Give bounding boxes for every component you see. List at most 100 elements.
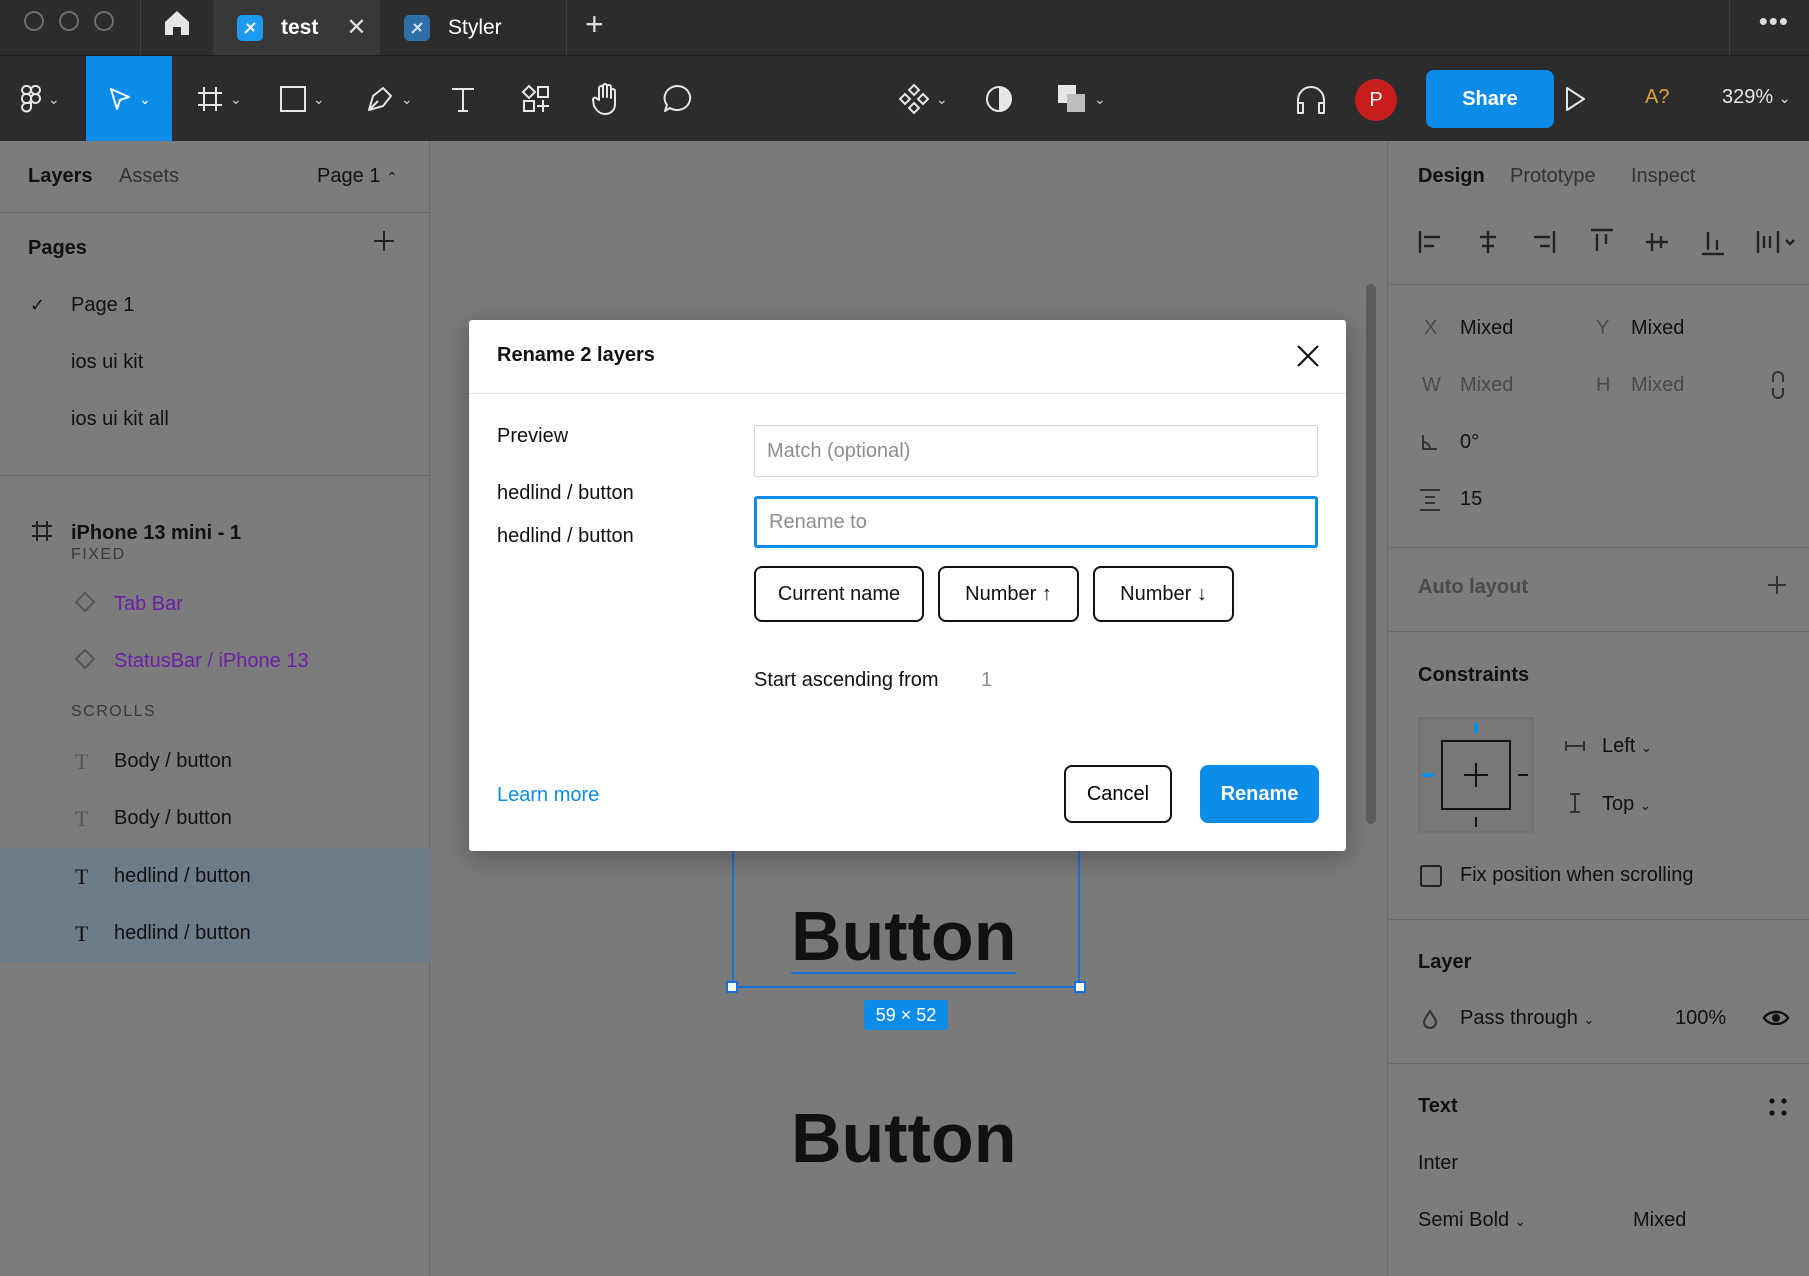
- canvas-scrollbar[interactable]: [1366, 284, 1376, 824]
- comment-icon: [663, 84, 692, 112]
- contrast-icon: [986, 86, 1012, 112]
- match-input[interactable]: [754, 425, 1318, 477]
- component-menu-button[interactable]: ⌄: [898, 73, 948, 125]
- start-ascending-input[interactable]: 1: [981, 669, 992, 692]
- components-icon: [521, 84, 549, 112]
- canvas-button-text[interactable]: Button: [791, 900, 1017, 974]
- w-input[interactable]: Mixed: [1460, 374, 1513, 397]
- page-item[interactable]: ios ui kit all: [0, 391, 430, 448]
- mask-button[interactable]: [984, 73, 1014, 125]
- close-icon[interactable]: ✕: [346, 13, 366, 42]
- x-input[interactable]: Mixed: [1460, 317, 1513, 340]
- tab-styler[interactable]: Styler: [380, 0, 566, 55]
- layer-row-selected[interactable]: T hedlind / button: [0, 848, 430, 905]
- eye-icon[interactable]: [1762, 1007, 1790, 1029]
- present-button[interactable]: [1562, 73, 1588, 125]
- layer-row-selected[interactable]: T hedlind / button: [0, 905, 430, 962]
- window-zoom-dot[interactable]: [94, 11, 114, 31]
- close-icon[interactable]: [1292, 340, 1324, 372]
- move-tool-button[interactable]: ⌄: [86, 56, 172, 142]
- fix-position-checkbox[interactable]: [1420, 865, 1442, 887]
- horizontal-constraint-dropdown[interactable]: Left ⌄: [1602, 735, 1652, 758]
- tab-test[interactable]: test ✕: [213, 0, 380, 55]
- accessibility-check-button[interactable]: A?: [1645, 86, 1669, 109]
- add-page-plus-icon[interactable]: [372, 229, 396, 258]
- comment-tool-button[interactable]: [662, 73, 694, 125]
- current-name-chip[interactable]: Current name: [754, 566, 924, 622]
- cancel-button[interactable]: Cancel: [1064, 765, 1172, 823]
- boolean-groups-button[interactable]: ⌄: [1056, 73, 1106, 125]
- auto-layout-heading: Auto layout: [1418, 576, 1528, 598]
- figma-file-icon: [237, 14, 263, 41]
- share-button[interactable]: Share: [1426, 70, 1554, 128]
- font-family-dropdown[interactable]: Inter: [1418, 1152, 1458, 1175]
- text-styles-icon[interactable]: [1768, 1097, 1788, 1117]
- font-size-input[interactable]: Mixed: [1633, 1209, 1686, 1232]
- pen-tool-button[interactable]: ⌄: [365, 73, 413, 125]
- text-layer-icon: T: [75, 863, 89, 889]
- number-ascending-chip[interactable]: Number ↑: [938, 566, 1079, 622]
- learn-more-link[interactable]: Learn more: [497, 784, 599, 807]
- layer-frame-row[interactable]: iPhone 13 mini - 1: [0, 505, 430, 562]
- panel-divider: [1388, 919, 1809, 920]
- add-auto-layout-plus-icon[interactable]: [1766, 574, 1788, 596]
- panel-divider: [1388, 1063, 1809, 1064]
- more-options-icon[interactable]: •••: [1759, 6, 1789, 37]
- figma-logo-icon: [20, 85, 41, 113]
- layer-label: hedlind / button: [114, 865, 251, 887]
- resize-handle[interactable]: [1074, 981, 1086, 993]
- dialog-title: Rename 2 layers: [497, 344, 655, 366]
- resize-handle[interactable]: [726, 981, 738, 993]
- h-input[interactable]: Mixed: [1631, 374, 1684, 397]
- main-menu-button[interactable]: ⌄: [20, 73, 60, 125]
- alignment-toolbar[interactable]: [1418, 227, 1798, 257]
- rotation-input[interactable]: 0°: [1460, 431, 1479, 454]
- size-badge: 59 × 52: [864, 1000, 948, 1030]
- window-close-dot[interactable]: [24, 11, 44, 31]
- constraints-widget[interactable]: [1418, 717, 1534, 833]
- tab-prototype[interactable]: Prototype: [1510, 165, 1596, 188]
- chevron-down-icon: ⌄: [936, 90, 948, 107]
- layer-row[interactable]: T Body / button: [0, 733, 430, 790]
- zoom-dropdown[interactable]: 329% ⌄: [1722, 86, 1790, 109]
- toolbar: ⌄ ⌄ ⌄ ⌄ ⌄ ⌄ ⌄ P Share A? 329% ⌄: [0, 55, 1809, 142]
- home-icon[interactable]: [162, 8, 192, 43]
- shape-tool-button[interactable]: ⌄: [279, 73, 325, 125]
- layer-row[interactable]: T Body / button: [0, 790, 430, 847]
- rename-button[interactable]: Rename: [1200, 765, 1319, 823]
- number-descending-chip[interactable]: Number ↓: [1093, 566, 1234, 622]
- vertical-constraint-dropdown[interactable]: Top ⌄: [1602, 793, 1651, 816]
- hand-tool-button[interactable]: [590, 73, 622, 125]
- layer-row[interactable]: Tab Bar: [0, 576, 430, 633]
- spacing-input[interactable]: 15: [1460, 488, 1482, 511]
- y-input[interactable]: Mixed: [1631, 317, 1684, 340]
- page-selector[interactable]: Page 1 ⌃: [317, 165, 398, 188]
- font-weight-dropdown[interactable]: Semi Bold ⌄: [1418, 1209, 1526, 1232]
- instance-diamond-icon: [74, 591, 96, 619]
- layer-row[interactable]: StatusBar / iPhone 13: [0, 633, 430, 690]
- page-item[interactable]: ios ui kit: [0, 334, 430, 391]
- layer-label: StatusBar / iPhone 13: [114, 650, 309, 672]
- tab-design[interactable]: Design: [1418, 165, 1485, 188]
- resources-tool-button[interactable]: [521, 73, 551, 125]
- rename-to-input[interactable]: [754, 496, 1318, 548]
- audio-button[interactable]: [1294, 73, 1328, 125]
- constrain-proportions-icon[interactable]: [1770, 370, 1786, 400]
- avatar[interactable]: P: [1355, 79, 1397, 121]
- page-item[interactable]: ✓ Page 1: [0, 277, 430, 334]
- tab-assets[interactable]: Assets: [119, 165, 179, 188]
- frame-tool-button[interactable]: ⌄: [196, 73, 242, 125]
- tab-layers[interactable]: Layers: [28, 165, 93, 188]
- opacity-input[interactable]: 100%: [1675, 1007, 1726, 1030]
- window-minimize-dot[interactable]: [59, 11, 79, 31]
- layer-label: Body / button: [114, 750, 232, 772]
- panel-divider: [1388, 284, 1809, 285]
- text-tool-button[interactable]: [449, 73, 477, 125]
- chevron-down-icon: ⌄: [401, 90, 413, 107]
- chevron-down-icon: ⌄: [139, 90, 151, 107]
- blend-mode-dropdown[interactable]: Pass through ⌄: [1460, 1007, 1594, 1030]
- canvas-button-text[interactable]: Button: [791, 1097, 1016, 1179]
- tab-inspect[interactable]: Inspect: [1631, 165, 1695, 188]
- new-tab-plus-icon[interactable]: +: [585, 6, 604, 43]
- section-label-fixed: FIXED: [71, 546, 126, 563]
